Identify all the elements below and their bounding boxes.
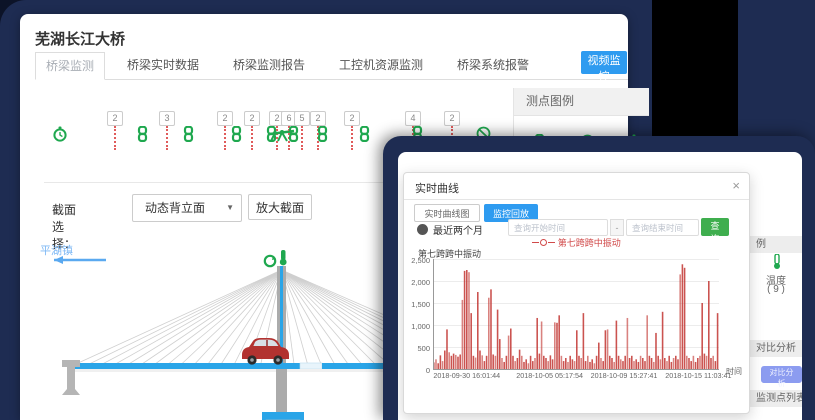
direction-label: 平湖镇 xyxy=(40,242,73,258)
chart-series xyxy=(433,259,719,369)
sensor-alert-line xyxy=(251,126,253,150)
x-tick-label: 2018-09-30 16:01:44 xyxy=(433,371,500,380)
sensor-count-badge: 2 xyxy=(310,111,326,126)
dialog-header: 实时曲线 × xyxy=(404,173,749,200)
section-select-value: 动态背立面 xyxy=(145,201,205,215)
chart-plot-area xyxy=(433,259,719,369)
sensor-count-badge: 2 xyxy=(444,111,460,126)
radio-dot-icon xyxy=(417,224,428,235)
chevron-down-icon: ▼ xyxy=(226,195,234,221)
y-tick-label: 2,500 xyxy=(400,256,430,265)
desktop: 芜湖长江大桥 桥梁监测桥梁实时数据桥梁监测报告工控机资源监测桥梁系统报警 视频监… xyxy=(0,0,815,420)
rotation-sensor-icon xyxy=(265,256,276,266)
legend-series-label: 第七跨跨中振动 xyxy=(558,238,621,248)
sensor-count-badge: 3 xyxy=(159,111,175,126)
y-tick-label: 0 xyxy=(400,366,430,375)
link-sensor-icon[interactable] xyxy=(317,126,328,147)
tab-bar: 桥梁监测桥梁实时数据桥梁监测报告工控机资源监测桥梁系统报警 视频监控 xyxy=(35,52,628,80)
y-tick-label: 2,000 xyxy=(400,278,430,287)
compare-analysis-button[interactable]: 对比分析 xyxy=(761,366,802,383)
x-axis-title: 时间 xyxy=(726,366,742,377)
tab-realtime-curve[interactable]: 实时曲线图 xyxy=(414,204,480,222)
thermometer-sensor-icon xyxy=(280,250,287,265)
sensor-count-badge: 5 xyxy=(294,111,310,126)
point-list-header: 监测点列表 xyxy=(750,390,802,407)
recent-two-months-radio[interactable]: 最近两个月 xyxy=(417,222,483,237)
thermometer-icon[interactable] xyxy=(750,254,802,270)
link-sensor-icon[interactable] xyxy=(231,126,242,147)
sensor-alert-line xyxy=(114,126,116,150)
tab-2[interactable]: 桥梁监测报告 xyxy=(223,52,315,78)
y-tick-label: 1,000 xyxy=(400,322,430,331)
sensor-count-badge: 2 xyxy=(344,111,360,126)
video-monitor-button[interactable]: 视频监控 xyxy=(581,51,627,74)
tab-4[interactable]: 桥梁系统报警 xyxy=(447,52,539,78)
close-icon[interactable]: × xyxy=(732,178,740,193)
x-tick-label: 2018-10-05 05:17:54 xyxy=(516,371,583,380)
sensor-count-badge: 2 xyxy=(244,111,260,126)
sensor-alert-line xyxy=(301,126,303,150)
legend-circle-icon xyxy=(540,239,547,246)
realtime-curve-dialog: 实时曲线 × 实时曲线图 监控回放 最近两个月 - 查询 第七跨跨中振动 第七跨… xyxy=(403,172,750,414)
range-separator: - xyxy=(610,219,624,236)
popup-page: 例 温度 ( 9 ) 对比分析 对比分析 监测点列表 实时曲线 × 实时曲线图 … xyxy=(398,152,802,420)
search-button[interactable]: 查询 xyxy=(701,218,729,236)
sensor-count-badge: 2 xyxy=(107,111,123,126)
background-window xyxy=(652,0,738,138)
x-tick-label: 2018-10-15 11:03:41 xyxy=(665,371,731,380)
popup-window-frame: 例 温度 ( 9 ) 对比分析 对比分析 监测点列表 实时曲线 × 实时曲线图 … xyxy=(383,136,815,420)
sensor-alert-line xyxy=(224,126,226,150)
tab-1[interactable]: 桥梁实时数据 xyxy=(117,52,209,78)
sensor-alert-line xyxy=(166,126,168,150)
tab-3[interactable]: 工控机资源监测 xyxy=(329,52,433,78)
section-select-dropdown[interactable]: 动态背立面 ▼ xyxy=(132,194,242,222)
link-sensor-icon[interactable] xyxy=(359,126,370,147)
legend-line-icon xyxy=(532,242,539,243)
legend-line-icon xyxy=(548,242,555,243)
dialog-title: 实时曲线 xyxy=(415,180,459,196)
y-tick-label: 500 xyxy=(400,344,430,353)
temperature-count: ( 9 ) xyxy=(750,284,802,295)
legend-panel-header: 测点图例 xyxy=(514,88,649,116)
compare-section-header: 对比分析 xyxy=(750,340,802,357)
query-start-time-input[interactable] xyxy=(508,219,608,236)
x-axis xyxy=(433,369,719,370)
tab-0[interactable]: 桥梁监测 xyxy=(35,52,105,80)
query-end-time-input[interactable] xyxy=(626,219,699,236)
legend-panel-header-bg: 例 xyxy=(750,236,802,253)
clock-sensor-icon[interactable] xyxy=(52,126,68,148)
sensor-count-badge: 4 xyxy=(405,111,421,126)
sensor-count-badge: 2 xyxy=(217,111,233,126)
y-tick-label: 1,500 xyxy=(400,300,430,309)
link-sensor-icon[interactable] xyxy=(137,126,148,147)
y-axis xyxy=(433,259,434,369)
sensor-alert-line xyxy=(351,126,353,150)
x-tick-label: 2018-10-09 15:27:41 xyxy=(591,371,658,380)
link-sensor-icon[interactable] xyxy=(183,126,194,147)
page-title: 芜湖长江大桥 xyxy=(35,28,125,49)
zoom-section-button[interactable]: 放大截面 xyxy=(248,194,312,220)
link-sensor-icon[interactable] xyxy=(288,126,299,147)
